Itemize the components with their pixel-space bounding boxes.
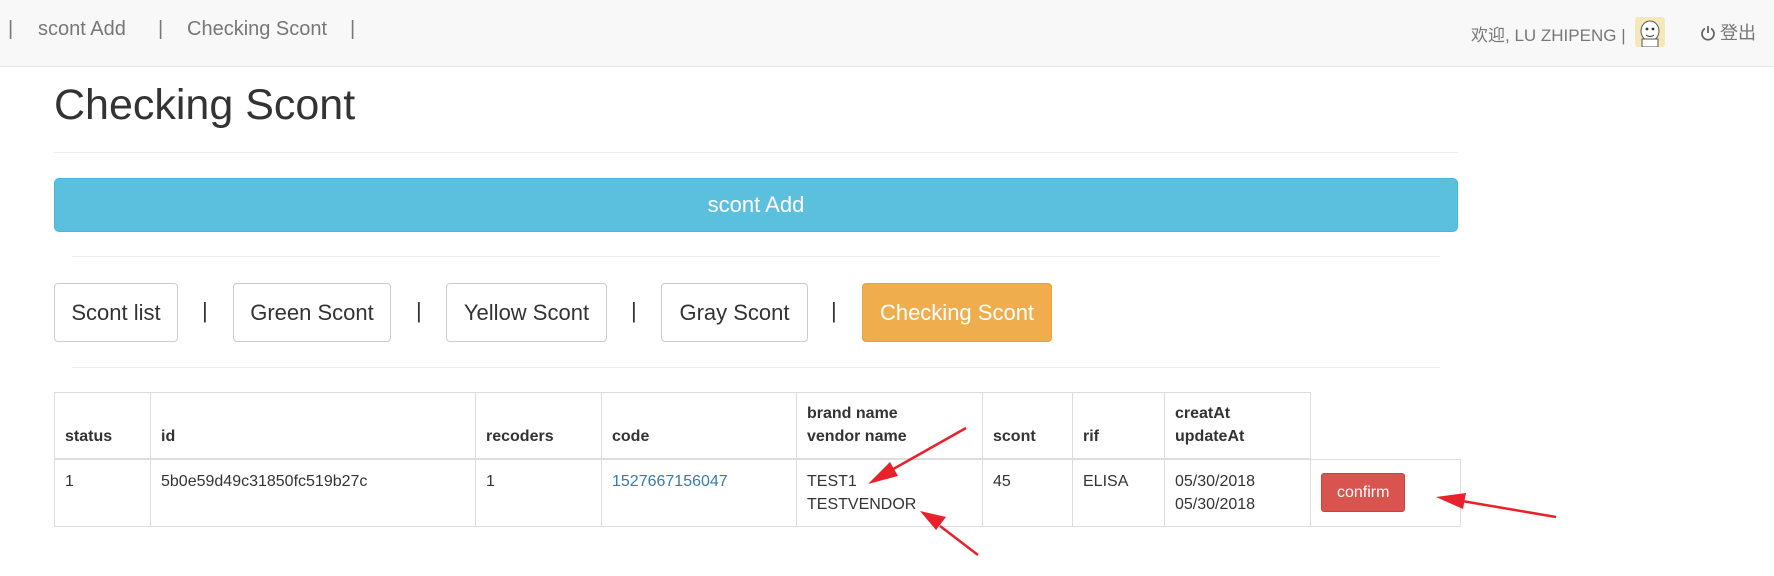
column-header-status: status <box>54 392 151 460</box>
logout-button[interactable]: 登出 <box>1700 19 1756 45</box>
cell-vendor-name: TESTVENDOR <box>807 496 917 513</box>
cell-dates: 05/30/2018 05/30/2018 <box>1164 458 1311 527</box>
confirm-button[interactable]: confirm <box>1321 473 1406 513</box>
nav-separator: | <box>8 18 14 40</box>
scont-table: status id recoders code brand name vendo… <box>54 392 1461 527</box>
filter-separator: | <box>416 298 422 323</box>
cell-scont: 45 <box>982 458 1073 527</box>
cell-brand-name: TEST1 <box>807 473 857 490</box>
cell-code: 1527667156047 <box>601 458 797 527</box>
user-separator: | <box>1621 26 1626 45</box>
filter-green-scont-button[interactable]: Green Scont <box>233 283 391 342</box>
filter-separator: | <box>631 298 637 323</box>
cell-update-at: 05/30/2018 <box>1175 496 1256 513</box>
column-header-scont: scont <box>982 392 1073 460</box>
column-header-update-at: updateAt <box>1175 428 1245 445</box>
column-header-action <box>1311 393 1461 460</box>
column-header-id: id <box>150 392 476 460</box>
cell-status: 1 <box>54 458 151 527</box>
filter-scont-list-button[interactable]: Scont list <box>54 283 178 342</box>
column-header-code: code <box>601 392 797 460</box>
nav-link-checking-scont[interactable]: Checking Scont <box>187 18 327 41</box>
column-header-brand-vendor: brand name vendor name <box>796 392 983 460</box>
filter-separator: | <box>202 298 208 323</box>
cell-rif: ELISA <box>1072 458 1165 527</box>
filter-yellow-scont-button[interactable]: Yellow Scont <box>446 283 607 342</box>
code-link[interactable]: 1527667156047 <box>612 473 728 490</box>
table-row: 1 5b0e59d49c31850fc519b27c 1 15276671560… <box>54 458 1461 527</box>
cell-recoders: 1 <box>475 458 602 527</box>
divider <box>72 256 1440 257</box>
cell-action: confirm <box>1310 458 1461 527</box>
divider <box>72 367 1440 368</box>
scont-add-button[interactable]: scont Add <box>54 178 1458 232</box>
filter-checking-scont-button[interactable]: Checking Scont <box>862 283 1052 342</box>
column-header-brand-name: brand name <box>807 405 898 422</box>
column-header-dates: creatAt updateAt <box>1164 392 1311 460</box>
nav-separator: | <box>158 18 164 40</box>
filter-separator: | <box>831 298 837 323</box>
cell-brand-vendor: TEST1 TESTVENDOR <box>796 458 983 527</box>
cell-creat-at: 05/30/2018 <box>1175 473 1256 490</box>
nav-link-scont-add[interactable]: scont Add <box>38 18 126 41</box>
column-header-vendor-name: vendor name <box>807 428 907 445</box>
power-icon <box>1701 26 1715 41</box>
welcome-user: 欢迎, LU ZHIPENG <box>1471 26 1617 45</box>
logout-label: 登出 <box>1720 23 1756 43</box>
cell-id: 5b0e59d49c31850fc519b27c <box>150 458 476 527</box>
welcome-text: 欢迎, LU ZHIPENG | <box>1471 21 1626 46</box>
page-title: Checking Scont <box>54 81 356 129</box>
table-header-row: status id recoders code brand name vendo… <box>54 392 1461 460</box>
column-header-recoders: recoders <box>475 392 602 460</box>
top-navbar: | scont Add | Checking Scont | 欢迎, LU ZH… <box>0 0 1774 67</box>
divider <box>54 152 1458 153</box>
filter-gray-scont-button[interactable]: Gray Scont <box>661 283 808 342</box>
column-header-creat-at: creatAt <box>1175 405 1231 422</box>
avatar-icon[interactable] <box>1635 17 1665 47</box>
column-header-rif: rif <box>1072 392 1165 460</box>
nav-separator: | <box>350 18 356 40</box>
